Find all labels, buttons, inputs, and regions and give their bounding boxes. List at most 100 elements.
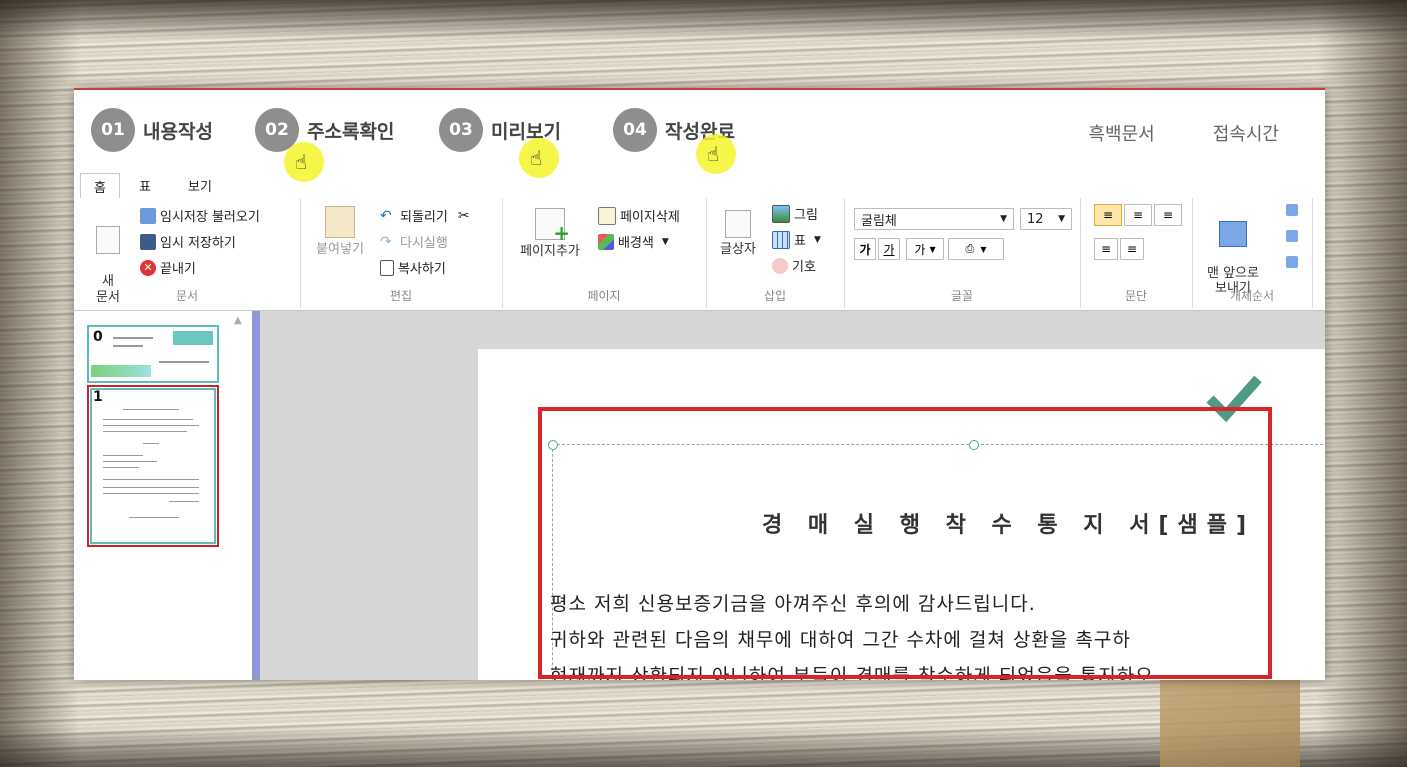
group-title-font: 글꼴	[950, 289, 974, 303]
hand-cursor-icon: ☝	[707, 142, 720, 166]
insert-table-label: 표	[794, 234, 806, 249]
top-links: 흑백문서 접속시간	[1089, 120, 1280, 146]
textbox-button[interactable]: 글상자	[714, 210, 762, 258]
session-time-link[interactable]: 접속시간	[1213, 120, 1279, 146]
highlight-button[interactable]: ⎙ ▼	[948, 238, 1004, 260]
insert-symbol-button[interactable]: 기호	[772, 256, 816, 275]
insert-image-button[interactable]: 그림	[772, 204, 818, 223]
align-left-icon: ≡	[1102, 208, 1114, 222]
font-family-select[interactable]: 굴림체 ▼	[854, 208, 1014, 230]
undo-label: 되돌리기	[400, 210, 448, 225]
thumbnail-line	[113, 345, 143, 347]
exit-label: 끝내기	[160, 262, 196, 277]
thumbnail-line	[103, 419, 193, 420]
save-icon	[140, 233, 156, 250]
bring-forward-button[interactable]	[1286, 204, 1302, 216]
editor-window: 01 내용작성 02 주소록확인 03 미리보기 04 작성완료 흑백문서 접속…	[74, 88, 1325, 680]
scissors-icon[interactable]: ✂	[458, 208, 470, 224]
tab-table[interactable]: 표	[130, 173, 160, 197]
line-spacing-increase-button[interactable]: ≡	[1094, 238, 1118, 260]
group-font: 굴림체 ▼ 12 ▼ 가 가 가 ▼ ⎙ ▼ 글꼴	[844, 198, 1081, 308]
thumbnail-line	[103, 431, 187, 432]
panel-splitter[interactable]	[252, 311, 260, 680]
page-thumbnail-0[interactable]: 0	[87, 325, 219, 383]
chevron-down-icon: ▼	[813, 234, 821, 245]
temp-load-label: 임시저장 불러오기	[160, 210, 260, 225]
thumbnail-line	[103, 425, 199, 426]
clipboard-icon	[325, 206, 355, 238]
thumbnail-line	[113, 337, 153, 339]
step-number: 01	[91, 108, 135, 152]
bold-button[interactable]: 가	[854, 238, 876, 260]
font-size-value: 12	[1027, 211, 1044, 227]
send-to-back-button[interactable]	[1286, 256, 1302, 268]
group-page: + 페이지추가 페이지삭제 배경색 ▼ 페이지	[502, 198, 707, 308]
tab-view[interactable]: 보기	[178, 173, 222, 197]
textbox-label: 글상자	[720, 242, 756, 257]
align-left-button[interactable]: ≡	[1094, 204, 1122, 226]
thumbnail-line	[123, 409, 179, 410]
underline-label: 가	[883, 242, 895, 257]
underline-button[interactable]: 가	[878, 238, 900, 260]
step-1[interactable]: 01 내용작성	[91, 108, 213, 152]
temp-load-button[interactable]: 임시저장 불러오기	[140, 206, 260, 225]
copy-button[interactable]: 복사하기	[380, 258, 446, 277]
undo-button[interactable]: ↶ 되돌리기 ✂	[380, 206, 470, 226]
scroll-up-icon[interactable]: ▲	[234, 315, 246, 327]
temp-save-button[interactable]: 임시 저장하기	[140, 232, 236, 251]
exit-button[interactable]: ✕ 끝내기	[140, 258, 196, 277]
align-right-icon: ≡	[1162, 208, 1174, 222]
tab-home[interactable]: 홈	[80, 173, 120, 199]
add-page-button[interactable]: + 페이지추가	[510, 208, 590, 260]
group-insert: 글상자 그림 표 ▼ 기호 삽입	[706, 198, 845, 308]
step-label: 미리보기	[491, 120, 561, 143]
image-icon	[772, 204, 790, 223]
step-2[interactable]: 02 주소록확인	[255, 108, 394, 152]
thumbnail-line	[103, 493, 199, 494]
delete-page-button[interactable]: 페이지삭제	[598, 206, 680, 225]
background-color-button[interactable]: 배경색 ▼	[598, 232, 669, 251]
thumbnail-line	[103, 479, 199, 480]
font-color-button[interactable]: 가 ▼	[906, 238, 944, 260]
bring-to-front-button[interactable]: 맨 앞으로 보내기	[1196, 206, 1270, 296]
bw-document-link[interactable]: 흑백문서	[1089, 120, 1155, 146]
chevron-down-icon: ▼	[661, 236, 669, 247]
thumbnail-number: 0	[93, 329, 103, 345]
undo-icon: ↶	[380, 207, 392, 224]
group-title-document: 문서	[175, 289, 199, 303]
font-size-select[interactable]: 12 ▼	[1020, 208, 1072, 230]
group-paragraph: ≡ ≡ ≡ ≡ ≡ 문단	[1080, 198, 1193, 308]
page-thumbnail-1[interactable]: 1	[87, 385, 219, 547]
send-backward-icon	[1286, 230, 1298, 242]
background-shadow-top	[0, 0, 1407, 40]
send-backward-button[interactable]	[1286, 230, 1302, 242]
align-center-button[interactable]: ≡	[1124, 204, 1152, 226]
insert-symbol-label: 기호	[792, 260, 816, 275]
align-center-icon: ≡	[1132, 208, 1144, 222]
textbox-icon	[725, 210, 751, 238]
bring-to-front-icon	[1219, 221, 1247, 247]
symbol-icon	[772, 257, 788, 274]
chevron-down-icon: ▼	[1058, 214, 1065, 224]
paste-label: 붙여넣기	[316, 242, 364, 257]
group-document: 새 문서 임시저장 불러오기 임시 저장하기 ✕ 끝내기 문서	[74, 198, 301, 308]
palette-icon	[598, 233, 614, 250]
line-spacing-decrease-button[interactable]: ≡	[1120, 238, 1144, 260]
copy-icon	[380, 259, 394, 276]
thumbnail-line	[129, 517, 179, 518]
new-document-icon	[96, 226, 120, 254]
font-color-label: 가	[914, 242, 926, 257]
thumbnail-line	[159, 361, 209, 363]
hand-cursor-icon: ☝	[530, 146, 543, 170]
delete-page-label: 페이지삭제	[620, 210, 680, 225]
redo-button[interactable]: ↷ 다시실행	[380, 232, 448, 252]
page-thumbnail-panel: 0 1 ▲	[74, 311, 253, 680]
group-title-paragraph: 문단	[1124, 289, 1148, 303]
background-shadow-left	[0, 0, 80, 767]
paste-button[interactable]: 붙여넣기	[308, 206, 372, 258]
background-color-label: 배경색	[618, 236, 654, 251]
align-right-button[interactable]: ≡	[1154, 204, 1182, 226]
chevron-down-icon: ▼	[980, 244, 987, 254]
thumbnail-line	[103, 467, 139, 468]
insert-table-button[interactable]: 표 ▼	[772, 230, 821, 249]
